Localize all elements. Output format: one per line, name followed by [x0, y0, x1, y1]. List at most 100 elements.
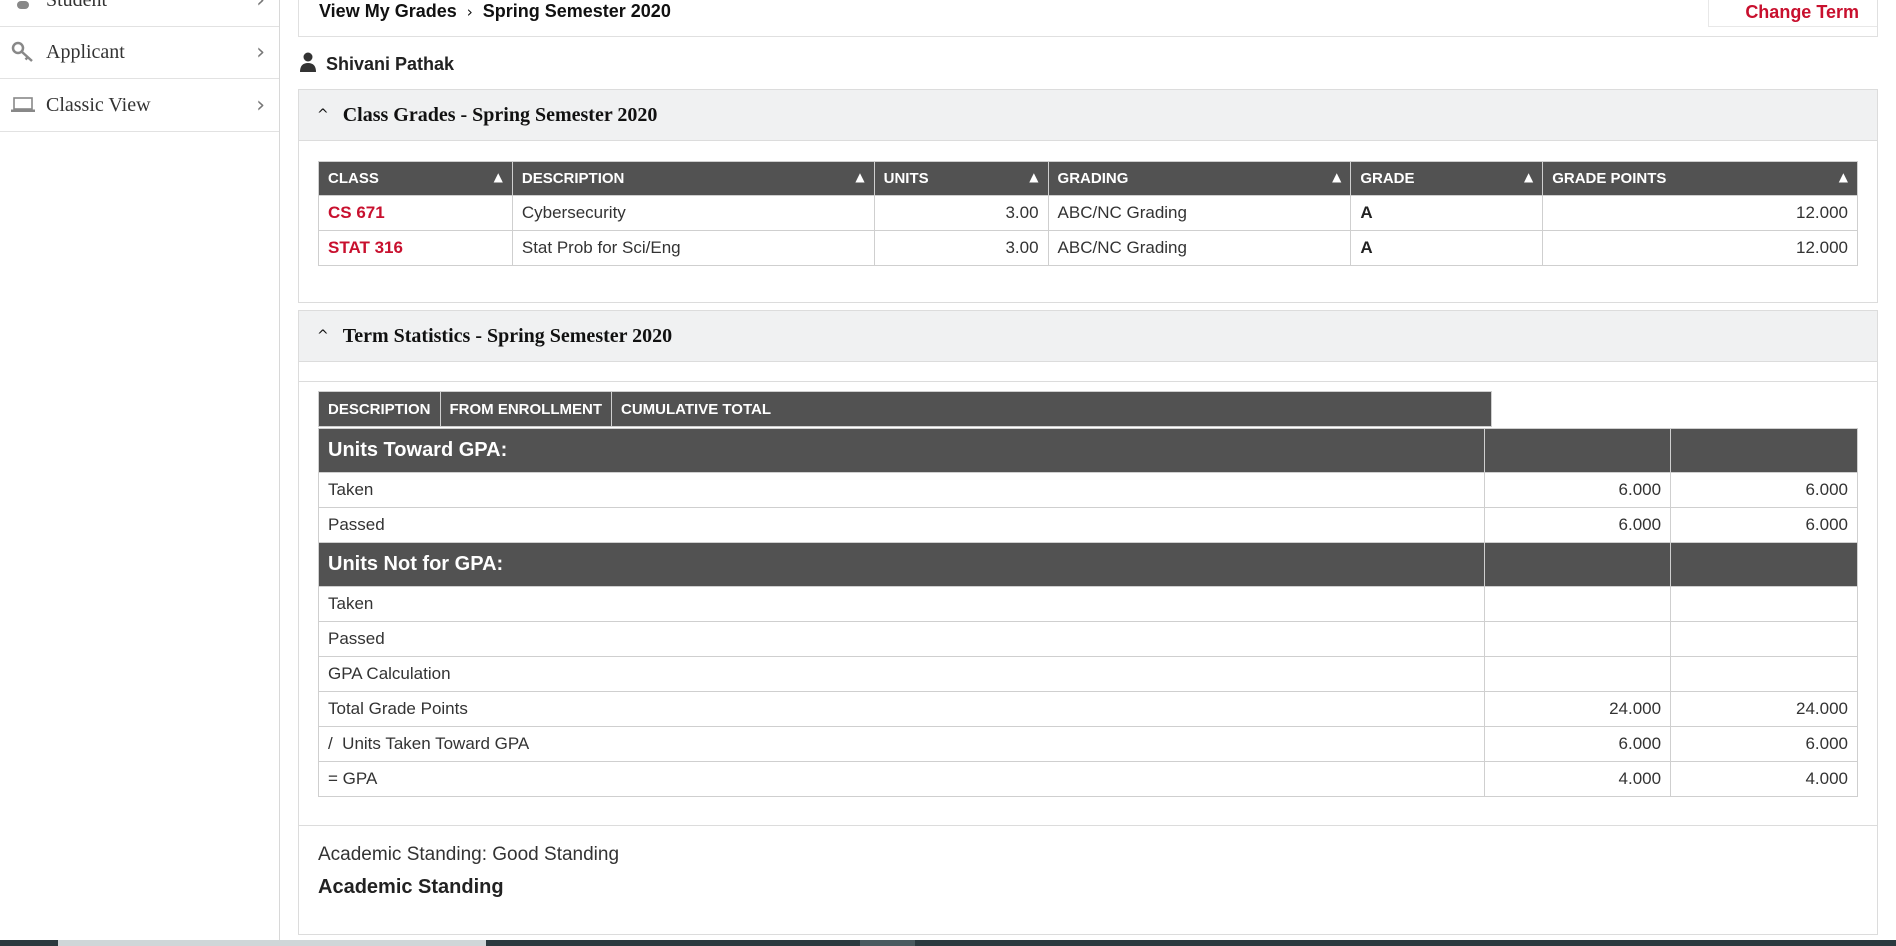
class-units: 3.00 — [873, 195, 1049, 231]
taskbar-segment — [58, 940, 486, 946]
stat-from-enrollment — [1484, 586, 1672, 622]
sidebar-item-student[interactable]: Student › — [0, 0, 279, 27]
stat-label: Passed — [317, 621, 1486, 657]
chevron-up-icon: ^ — [317, 107, 329, 123]
term-statistics-column-headers: DESCRIPTION FROM ENROLLMENT CUMULATIVE T… — [318, 391, 1492, 427]
group-row: Units Toward GPA: — [317, 428, 1858, 473]
taskbar-segment — [860, 940, 915, 946]
group-label: Units Toward GPA: — [317, 428, 1486, 473]
column-header-grade[interactable]: GRADE ▲ — [1350, 161, 1544, 196]
class-description: Cybersecurity — [511, 195, 875, 231]
column-header-units[interactable]: UNITS ▲ — [873, 161, 1049, 196]
chevron-right-icon: › — [256, 92, 265, 118]
person-icon — [10, 0, 36, 9]
panel-title: Class Grades - Spring Semester 2020 — [342, 103, 658, 126]
stat-cumulative — [1670, 621, 1858, 657]
sidebar-item-applicant[interactable]: Applicant › — [0, 26, 279, 79]
header-bar: View My Grades › Spring Semester 2020 Chan… — [298, 0, 1878, 37]
class-link[interactable]: STAT 316 — [318, 230, 513, 266]
panel-title: Term Statistics - Spring Semester 2020 — [342, 324, 673, 347]
sidebar-item-label: Student — [46, 0, 256, 12]
class-link[interactable]: CS 671 — [318, 195, 513, 231]
chevron-right-icon: › — [256, 39, 265, 65]
class-units: 3.00 — [873, 230, 1049, 266]
table-row: GPA Calculation — [317, 656, 1858, 692]
group-label: Units Not for GPA: — [317, 542, 1486, 587]
stat-label: Taken — [317, 586, 1486, 622]
stat-label: Taken — [317, 472, 1486, 508]
stat-cumulative — [1670, 586, 1858, 622]
chevron-up-icon: ^ — [317, 328, 329, 344]
stat-cumulative: 6.000 — [1670, 726, 1858, 762]
column-header-grading[interactable]: GRADING ▲ — [1047, 161, 1352, 196]
academic-standing-status: Academic Standing: Good Standing — [318, 844, 620, 865]
class-grading: ABC/NC Grading — [1047, 195, 1352, 231]
table-row: Passed — [317, 621, 1858, 657]
stat-cumulative — [1670, 656, 1858, 692]
sidebar-item-classic-view[interactable]: Classic View › — [0, 79, 279, 132]
breadcrumb-current: Spring Semester 2020 — [482, 1, 671, 21]
taskbar-strip — [0, 940, 1896, 946]
class-grading: ABC/NC Grading — [1047, 230, 1352, 266]
change-term-button[interactable]: Change Term — [1708, 0, 1877, 27]
table-row: STAT 316 Stat Prob for Sci/Eng 3.00 ABC/… — [318, 230, 1858, 266]
laptop-icon — [10, 97, 36, 113]
column-header-description[interactable]: DESCRIPTION ▲ — [511, 161, 875, 196]
class-grades-header[interactable]: ^ Class Grades - Spring Semester 2020 — [299, 90, 1877, 141]
stat-from-enrollment: 24.000 — [1484, 691, 1672, 727]
stat-from-enrollment — [1484, 621, 1672, 657]
sidebar-item-label: Classic View — [46, 93, 151, 116]
user-icon — [300, 52, 316, 77]
term-statistics-header[interactable]: ^ Term Statistics - Spring Semester 2020 — [299, 311, 1877, 362]
stat-from-enrollment — [1484, 656, 1672, 692]
table-row: / Units Taken Toward GPA 6.000 6.000 — [317, 726, 1858, 762]
column-header-from-enrollment: FROM ENROLLMENT — [439, 391, 613, 427]
column-header-cumulative-total: CUMULATIVE TOTAL — [611, 391, 1492, 427]
breadcrumb-root[interactable]: View My Grades — [319, 1, 457, 21]
sort-up-icon[interactable]: ▲ — [494, 170, 503, 184]
class-grade: A — [1350, 230, 1544, 266]
breadcrumb: View My Grades › Spring Semester 2020 — [319, 1, 671, 22]
sort-up-icon[interactable]: ▲ — [855, 170, 864, 184]
table-row: CS 671 Cybersecurity 3.00 ABC/NC Grading… — [318, 195, 1858, 231]
key-icon — [10, 41, 36, 63]
class-grade: A — [1350, 195, 1544, 231]
stat-label: GPA Calculation — [317, 656, 1486, 692]
sidebar-item-label: Applicant — [46, 40, 125, 63]
column-header-grade-points[interactable]: GRADE POINTS ▲ — [1542, 161, 1858, 196]
stat-from-enrollment: 6.000 — [1484, 726, 1672, 762]
column-header-class[interactable]: CLASS ▲ — [318, 161, 513, 196]
term-statistics-table: Units Toward GPA: Taken 6.000 6.000 Pass… — [317, 428, 1858, 797]
student-name-row: Shivani Pathak — [300, 52, 454, 77]
table-row: Passed 6.000 6.000 — [317, 507, 1858, 543]
table-row: = GPA 4.000 4.000 — [317, 761, 1858, 797]
stat-from-enrollment: 4.000 — [1484, 761, 1672, 797]
term-statistics-panel: ^ Term Statistics - Spring Semester 2020… — [298, 310, 1878, 826]
column-header-description: DESCRIPTION — [318, 391, 441, 427]
sort-up-icon[interactable]: ▲ — [1524, 170, 1533, 184]
stat-from-enrollment: 6.000 — [1484, 507, 1672, 543]
table-row: Total Grade Points 24.000 24.000 — [317, 691, 1858, 727]
student-name: Shivani Pathak — [326, 54, 455, 74]
class-grades-table: CLASS ▲ DESCRIPTION ▲ UNITS ▲ GRADING ▲ GRAD… — [318, 161, 1858, 266]
table-header-row: CLASS ▲ DESCRIPTION ▲ UNITS ▲ GRADING ▲ GRAD… — [318, 161, 1858, 196]
stat-cumulative: 6.000 — [1670, 507, 1858, 543]
stat-cumulative: 4.000 — [1670, 761, 1858, 797]
class-grade-points: 12.000 — [1542, 195, 1858, 231]
academic-standing-section: Academic Standing: Good Standing Academi… — [298, 824, 1878, 935]
class-grade-points: 12.000 — [1542, 230, 1858, 266]
stat-label: Total Grade Points — [317, 691, 1486, 727]
sidebar: Student › Applicant › Classic View › — [0, 0, 280, 946]
stat-label: / Units Taken Toward GPA — [317, 726, 1486, 762]
academic-standing-title: Academic Standing — [318, 876, 504, 898]
stat-from-enrollment: 6.000 — [1484, 472, 1672, 508]
class-grades-panel: ^ Class Grades - Spring Semester 2020 CL… — [298, 89, 1878, 303]
table-row: Taken 6.000 6.000 — [317, 472, 1858, 508]
sort-up-icon[interactable]: ▲ — [1029, 170, 1038, 184]
stat-label: = GPA — [317, 761, 1486, 797]
group-row: Units Not for GPA: — [317, 542, 1858, 587]
sort-up-icon[interactable]: ▲ — [1332, 170, 1341, 184]
class-description: Stat Prob for Sci/Eng — [511, 230, 875, 266]
sort-up-icon[interactable]: ▲ — [1839, 170, 1848, 184]
stat-cumulative: 6.000 — [1670, 472, 1858, 508]
